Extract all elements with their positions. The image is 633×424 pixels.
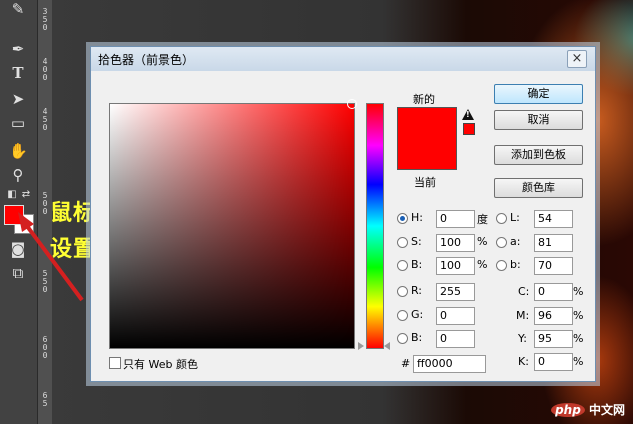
red-label: R: [411,284,423,297]
magenta-input[interactable]: 96 [534,307,573,325]
magenta-label: M: [516,309,530,322]
ruler-digit: 0 [42,123,48,132]
watermark-badge: php [551,403,585,417]
tools-panel: ✎ ✒ T ➤ ▭ ✋ ⚲ ◧ ⇄ ◙ ⧉ [0,0,38,424]
hue-slider[interactable] [366,103,384,349]
hue-radio[interactable] [397,213,408,224]
saturation-input[interactable]: 100 [436,234,475,252]
rectangle-tool-icon[interactable]: ▭ [9,114,27,132]
add-to-swatches-button[interactable]: 添加到色板 [494,145,583,165]
cyan-label: C: [518,285,530,298]
brightness-unit: % [477,258,488,271]
color-field[interactable] [109,103,355,349]
dialog-titlebar[interactable]: 拾色器（前景色） × [91,47,595,71]
yellow-label: Y: [518,332,527,345]
ok-button[interactable]: 确定 [494,84,583,104]
foreground-color-swatch[interactable] [4,205,24,225]
hue-unit: 度 [477,213,488,226]
blue-radio[interactable] [397,333,408,344]
red-radio[interactable] [397,286,408,297]
lab-a-label: a: [510,235,521,248]
blue-label: B: [411,331,423,344]
ruler-digit: 0 [42,351,48,360]
ruler-digit: 5 [42,399,48,408]
zoom-tool-icon[interactable]: ⚲ [9,166,27,184]
cancel-button[interactable]: 取消 [494,110,583,130]
color-libraries-button[interactable]: 颜色库 [494,178,583,198]
pen-tool-icon[interactable]: ✒ [9,40,27,58]
new-color-swatch [397,107,457,139]
hue-label: H: [411,211,423,224]
ruler-digit: 0 [42,207,48,216]
saturation-label: S: [411,235,422,248]
brightness-radio[interactable] [397,260,408,271]
yellow-unit: % [573,332,584,345]
lab-l-input[interactable]: 54 [534,210,573,228]
green-radio[interactable] [397,310,408,321]
lab-b-radio[interactable] [496,260,507,271]
path-selection-tool-icon[interactable]: ➤ [9,90,27,108]
dialog-title: 拾色器（前景色） [98,53,195,67]
brush-tool-icon[interactable]: ✎ [9,0,27,18]
green-label: G: [411,308,424,321]
hand-tool-icon[interactable]: ✋ [9,142,28,160]
web-colors-only-label: 只有 Web 颜色 [123,358,198,371]
watermark-text: 中文网 [588,403,625,417]
blue-input[interactable]: 0 [436,330,475,348]
lab-l-radio[interactable] [496,213,507,224]
saturation-unit: % [477,235,488,248]
black-label: K: [518,355,529,368]
brightness-input[interactable]: 100 [436,257,475,275]
hue-input[interactable]: 0 [436,210,475,228]
ruler-digit: 0 [42,285,48,294]
close-button[interactable]: × [567,50,587,68]
hex-label: # [401,357,411,370]
magenta-unit: % [573,309,584,322]
current-color-label: 当前 [414,176,436,189]
current-color-swatch[interactable] [397,138,457,170]
black-input[interactable]: 0 [534,353,573,371]
cyan-input[interactable]: 0 [534,283,573,301]
new-color-label: 新的 [413,93,435,106]
yellow-input[interactable]: 95 [534,330,573,348]
saturation-radio[interactable] [397,237,408,248]
color-field-cursor[interactable] [347,99,357,109]
type-tool-icon[interactable]: T [9,64,27,82]
swap-colors-icon[interactable]: ⇄ [17,186,35,204]
watermark: php 中文网 [551,401,625,418]
red-input[interactable]: 255 [436,283,475,301]
hue-slider-handle-right[interactable] [384,342,390,350]
cyan-unit: % [573,285,584,298]
hex-input[interactable]: ff0000 [413,355,486,373]
screen-mode-icon[interactable]: ⧉ [9,264,27,282]
brightness-label: B: [411,258,423,271]
color-picker-dialog: 拾色器（前景色） × 新的 当前 确定 取消 添加到色板 颜色库 H: 0 度 … [90,46,596,382]
hue-slider-handle-left[interactable] [358,342,364,350]
lab-a-input[interactable]: 81 [534,234,573,252]
green-input[interactable]: 0 [436,307,475,325]
ruler-digit: 0 [42,23,48,32]
black-unit: % [573,355,584,368]
gamut-color-swatch[interactable] [463,123,475,135]
ruler-digit: 0 [42,73,48,82]
out-of-gamut-warning-icon[interactable] [462,109,474,120]
lab-b-label: b: [510,258,521,271]
web-colors-only-checkbox[interactable] [109,357,121,369]
lab-b-input[interactable]: 70 [534,257,573,275]
quick-mask-icon[interactable]: ◙ [9,240,27,258]
lab-a-radio[interactable] [496,237,507,248]
lab-l-label: L: [510,211,520,224]
